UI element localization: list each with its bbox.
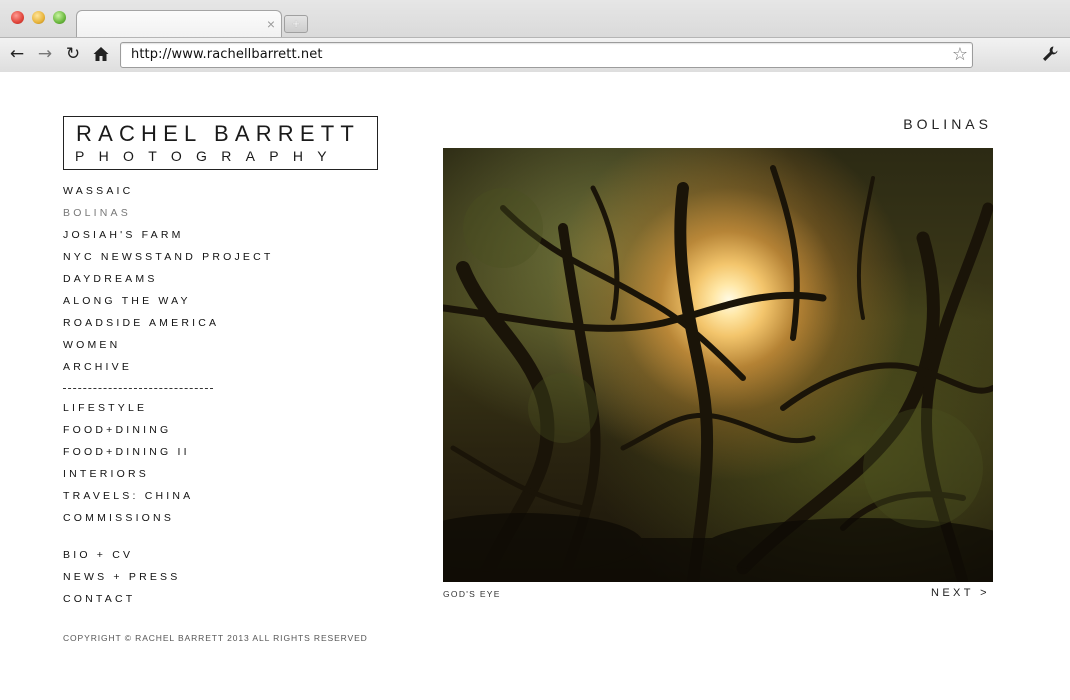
gallery-photo[interactable]: [443, 148, 993, 582]
address-bar[interactable]: http://www.rachellbarrett.net ☆: [120, 42, 973, 68]
nav-item-contact[interactable]: CONTACT: [63, 593, 135, 605]
new-tab-button[interactable]: +: [284, 15, 308, 33]
minimize-window-button[interactable]: [32, 11, 45, 24]
close-window-button[interactable]: [11, 11, 24, 24]
zoom-window-button[interactable]: [53, 11, 66, 24]
forest-photo-illustration: [443, 165, 993, 582]
forward-arrow-icon[interactable]: →: [35, 44, 55, 64]
nav-item-archive[interactable]: ARCHIVE: [63, 361, 132, 373]
copyright-notice: COPYRIGHT © RACHEL BARRETT 2013 ALL RIGH…: [63, 633, 368, 643]
nav-item-josiahs-farm[interactable]: JOSIAH'S FARM: [63, 229, 184, 241]
nav-item-roadside-america[interactable]: ROADSIDE AMERICA: [63, 317, 219, 329]
nav-item-news-press[interactable]: NEWS + PRESS: [63, 571, 180, 583]
browser-toolbar: ← → ↻ http://www.rachellbarrett.net ☆: [0, 37, 1070, 72]
nav-item-travels-china[interactable]: TRAVELS: CHINA: [63, 490, 193, 502]
nav-item-women[interactable]: WOMEN: [63, 339, 120, 351]
wrench-icon[interactable]: [1040, 44, 1060, 64]
nav-item-food-dining-ii[interactable]: FOOD+DINING II: [63, 446, 190, 458]
nav-item-food-dining[interactable]: FOOD+DINING: [63, 424, 171, 436]
nav-item-bio-cv[interactable]: BIO + CV: [63, 549, 133, 561]
nav-item-lifestyle[interactable]: LIFESTYLE: [63, 402, 147, 414]
logo-subtitle: PHOTOGRAPHY: [75, 148, 341, 164]
site-logo[interactable]: RACHEL BARRETT PHOTOGRAPHY: [63, 116, 378, 170]
nav-item-commissions[interactable]: COMMISSIONS: [63, 512, 174, 524]
address-bar-url[interactable]: http://www.rachellbarrett.net: [131, 47, 323, 62]
next-button[interactable]: NEXT >: [931, 587, 990, 599]
nav-item-nyc-newsstand-project[interactable]: NYC NEWSSTAND PROJECT: [63, 251, 274, 263]
nav-item-wassaic[interactable]: WASSAIC: [63, 185, 133, 197]
nav-divider: [63, 388, 213, 389]
home-icon[interactable]: [91, 44, 111, 64]
browser-chrome: × + ← → ↻ http://www.rachellbarrett.net …: [0, 0, 1070, 72]
tab-close-icon[interactable]: ×: [267, 14, 275, 34]
back-arrow-icon[interactable]: ←: [7, 44, 27, 64]
nav-item-along-the-way[interactable]: ALONG THE WAY: [63, 295, 191, 307]
gallery-title: BOLINAS: [903, 116, 992, 132]
browser-tab[interactable]: ×: [76, 10, 282, 38]
photo-caption: GOD'S EYE: [443, 589, 501, 599]
logo-name: RACHEL BARRETT: [76, 121, 361, 146]
nav-item-daydreams[interactable]: DAYDREAMS: [63, 273, 158, 285]
nav-item-interiors[interactable]: INTERIORS: [63, 468, 149, 480]
reload-icon[interactable]: ↻: [63, 44, 83, 64]
nav-item-bolinas[interactable]: BOLINAS: [63, 207, 131, 219]
star-icon[interactable]: ☆: [952, 44, 968, 64]
